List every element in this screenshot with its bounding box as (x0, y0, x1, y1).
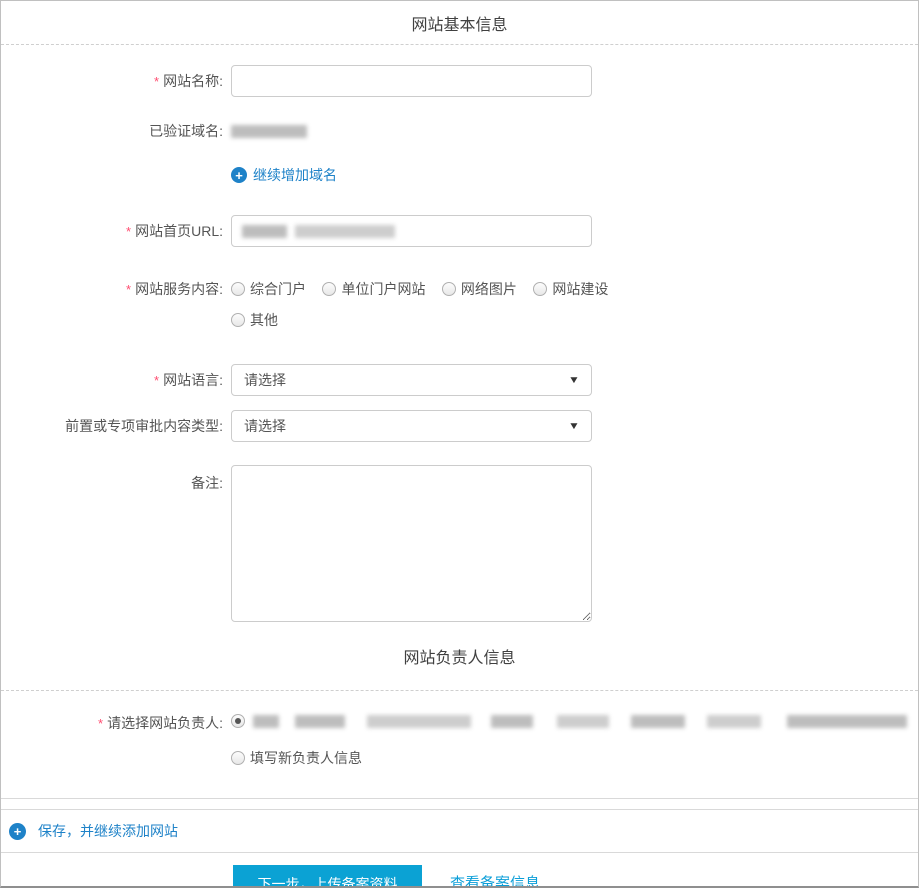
radio-icon[interactable] (533, 282, 548, 296)
redacted-owner-field (707, 714, 761, 728)
next-step-button[interactable]: 下一步，上传备案资料 (233, 865, 422, 886)
radio-icon[interactable] (231, 313, 245, 327)
radio-option-service-3[interactable]: 网络图片 (441, 280, 517, 299)
radio-option-service-5[interactable]: 其他 (231, 311, 278, 330)
radio-option-new-owner[interactable]: 填写新负责人信息 (231, 749, 362, 768)
row-verified-domain: 已验证域名: (1, 122, 918, 140)
save-toolbar: + 保存，并继续添加网站 (1, 809, 918, 853)
chevron-down-icon: ▼ (568, 420, 580, 432)
owner-label: * 请选择网站负责人: (98, 715, 223, 731)
radio-icon[interactable] (322, 282, 337, 296)
radio-option-existing-owner[interactable] (231, 714, 907, 728)
verified-domain-label: 已验证域名: (149, 123, 223, 139)
row-remark: 备注: (1, 465, 918, 622)
language-select[interactable]: 请选择 ▼ (231, 364, 592, 396)
service-content-label: * 网站服务内容: (126, 281, 223, 297)
language-label: * 网站语言: (154, 372, 223, 388)
redacted-url-text (242, 224, 287, 238)
section-owner-info-header: 网站负责人信息 (1, 622, 918, 690)
site-url-input[interactable] (231, 215, 592, 247)
footer-actions: 下一步，上传备案资料 查看备案信息 (1, 853, 918, 886)
chevron-down-icon: ▼ (568, 374, 580, 386)
divider-dashed-top (1, 44, 918, 45)
section-site-info-title: 网站基本信息 (411, 16, 508, 34)
radio-icon[interactable] (441, 282, 456, 296)
required-marker: * (126, 224, 132, 239)
redacted-owner-email (787, 714, 907, 728)
filing-form-page: 网站基本信息 * 网站名称: 已验证域名: + 继续增加域名 * 网站首页URL: (0, 0, 919, 888)
row-site-name: * 网站名称: (1, 65, 918, 98)
service-options-line2: 其他 (231, 311, 620, 330)
service-options-line1: 综合门户 单位门户网站 网络图片 网站建设 (231, 280, 620, 299)
row-approval-type: 前置或专项审批内容类型: 请选择 ▼ (1, 410, 918, 442)
radio-option-service-1[interactable]: 综合门户 (231, 280, 306, 299)
divider-form-bottom (1, 798, 918, 799)
redacted-url-text (295, 224, 395, 238)
required-marker: * (98, 716, 104, 731)
add-circle-icon: + (231, 167, 247, 183)
site-name-input[interactable] (231, 65, 592, 97)
site-name-label: * 网站名称: (154, 73, 223, 89)
redacted-owner-field (491, 714, 533, 728)
remark-textarea[interactable] (231, 465, 592, 622)
row-site-url: * 网站首页URL: (1, 215, 918, 248)
site-url-label: * 网站首页URL: (126, 223, 223, 239)
row-owner-select: * 请选择网站负责人: 填写新负责人信息 (1, 714, 918, 768)
row-add-domain: + 继续增加域名 (1, 165, 918, 185)
required-marker: * (154, 74, 160, 89)
redacted-owner-field (631, 714, 685, 728)
required-marker: * (154, 373, 160, 388)
radio-option-service-2[interactable]: 单位门户网站 (322, 280, 425, 299)
radio-icon[interactable] (231, 282, 245, 296)
owner-options: 填写新负责人信息 (231, 714, 918, 768)
remark-label: 备注: (191, 475, 223, 491)
save-and-add-link[interactable]: + 保存，并继续添加网站 (9, 821, 178, 841)
approval-type-select[interactable]: 请选择 ▼ (231, 410, 592, 442)
redacted-owner-field (295, 714, 345, 728)
verified-domain-value-redacted (231, 122, 307, 140)
radio-icon[interactable] (231, 751, 245, 765)
owner-options-line2: 填写新负责人信息 (231, 749, 918, 768)
redacted-owner-field (557, 714, 609, 728)
section-site-info-header: 网站基本信息 (1, 1, 918, 44)
row-service-content: * 网站服务内容: 综合门户 单位门户网站 网络图片 网站建设 其他 (1, 280, 918, 330)
approval-type-label: 前置或专项审批内容类型: (65, 418, 223, 434)
redacted-owner-field (367, 714, 471, 728)
service-content-options: 综合门户 单位门户网站 网络图片 网站建设 其他 (231, 280, 620, 330)
add-domain-link[interactable]: + 继续增加域名 (231, 165, 337, 185)
radio-option-service-4[interactable]: 网站建设 (533, 280, 608, 299)
radio-checked-icon[interactable] (231, 714, 245, 728)
section-owner-info-title: 网站负责人信息 (403, 650, 516, 667)
redacted-domain-text (231, 124, 307, 138)
divider-dashed-owner (1, 690, 918, 691)
redacted-owner-name (253, 714, 279, 728)
owner-info-redacted (253, 714, 907, 728)
row-language: * 网站语言: 请选择 ▼ (1, 364, 918, 397)
required-marker: * (126, 282, 132, 297)
add-circle-icon: + (9, 822, 26, 840)
view-filing-info-link[interactable]: 查看备案信息 (450, 865, 540, 886)
